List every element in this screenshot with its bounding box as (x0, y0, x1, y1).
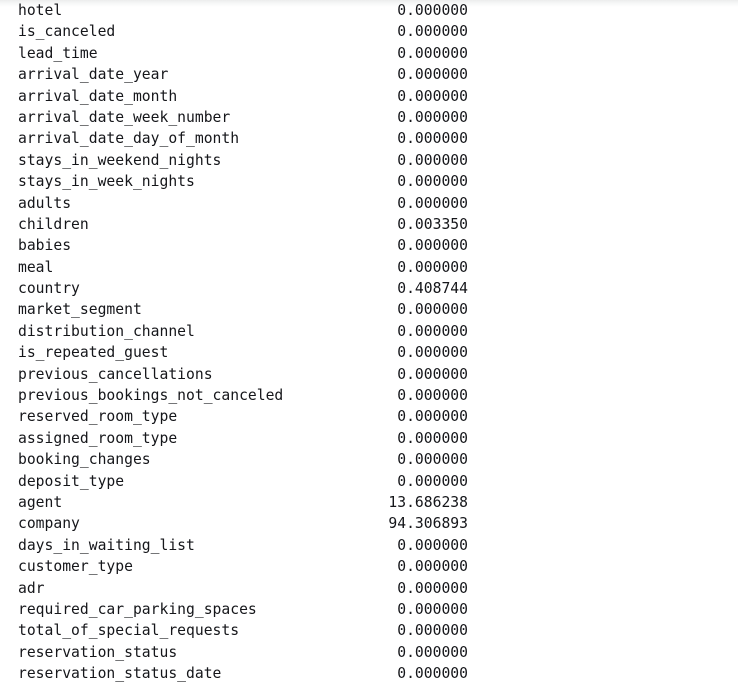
series-row: babies 0.000000 (0, 235, 738, 256)
series-value: 0.000000 (397, 2, 468, 19)
series-row: reservation_status_date 0.000000 (0, 663, 738, 684)
series-row: stays_in_weekend_nights 0.000000 (0, 150, 738, 171)
series-value: 0.000000 (397, 579, 468, 597)
series-row: assigned_room_type 0.000000 (0, 428, 738, 449)
series-value: 0.000000 (397, 600, 468, 618)
series-value: 13.686238 (388, 493, 468, 511)
series-row: previous_cancellations 0.000000 (0, 364, 738, 385)
series-row: stays_in_week_nights 0.000000 (0, 171, 738, 192)
series-row: arrival_date_week_number 0.000000 (0, 107, 738, 128)
series-value: 0.003350 (397, 215, 468, 233)
series-row: agent 13.686238 (0, 492, 738, 513)
series-value: 0.000000 (397, 258, 468, 276)
series-value: 0.000000 (397, 194, 468, 212)
series-value: 0.000000 (397, 429, 468, 447)
series-row: is_canceled 0.000000 (0, 21, 738, 42)
series-value: 0.408744 (397, 280, 468, 298)
series-row: booking_changes 0.000000 (0, 449, 738, 470)
series-value: 0.000000 (397, 87, 468, 105)
series-value: 0.000000 (397, 536, 468, 554)
series-value: 94.306893 (388, 515, 468, 533)
series-row: days_in_waiting_list 0.000000 (0, 535, 738, 556)
series-value: 0.000000 (397, 622, 468, 640)
series-row: reservation_status 0.000000 (0, 642, 738, 663)
series-row: meal 0.000000 (0, 257, 738, 278)
series-row: previous_bookings_not_canceled 0.000000 (0, 385, 738, 406)
series-value: 0.000000 (397, 66, 468, 84)
series-value: 0.000000 (397, 44, 468, 62)
series-value: 0.000000 (397, 643, 468, 661)
series-value: 0.000000 (397, 237, 468, 255)
series-value: 0.000000 (397, 130, 468, 148)
series-value: 0.000000 (397, 558, 468, 576)
series-row: hotel 0.000000 (0, 0, 738, 21)
series-row: market_segment 0.000000 (0, 299, 738, 320)
series-row: reserved_room_type 0.000000 (0, 406, 738, 427)
series-row: deposit_type 0.000000 (0, 471, 738, 492)
series-row: country 0.408744 (0, 278, 738, 299)
series-value: 0.000000 (397, 365, 468, 383)
series-value: 0.000000 (397, 301, 468, 319)
series-value: 0.000000 (397, 408, 468, 426)
series-row: total_of_special_requests 0.000000 (0, 620, 738, 641)
series-value: 0.000000 (397, 173, 468, 191)
series-row: customer_type 0.000000 (0, 556, 738, 577)
series-value: 0.000000 (397, 23, 468, 41)
series-value: 0.000000 (397, 665, 468, 683)
series-value: 0.000000 (397, 387, 468, 405)
series-row: is_repeated_guest 0.000000 (0, 342, 738, 363)
series-row: adr 0.000000 (0, 578, 738, 599)
series-row: arrival_date_year 0.000000 (0, 64, 738, 85)
series-row: children 0.003350 (0, 214, 738, 235)
series-row: arrival_date_day_of_month 0.000000 (0, 128, 738, 149)
series-row: adults 0.000000 (0, 193, 738, 214)
series-row: distribution_channel 0.000000 (0, 321, 738, 342)
series-value: 0.000000 (397, 451, 468, 469)
series-value: 0.000000 (397, 322, 468, 340)
series-row: arrival_date_month 0.000000 (0, 86, 738, 107)
series-text-output: hotel 0.000000 is_canceled 0.000000 lead_tim… (0, 0, 738, 684)
series-value: 0.000000 (397, 151, 468, 169)
series-row: lead_time 0.000000 (0, 43, 738, 64)
series-value: 0.000000 (397, 108, 468, 126)
series-value: 0.000000 (397, 344, 468, 362)
series-row: required_car_parking_spaces 0.000000 (0, 599, 738, 620)
series-value: 0.000000 (397, 472, 468, 490)
series-row: company 94.306893 (0, 513, 738, 534)
